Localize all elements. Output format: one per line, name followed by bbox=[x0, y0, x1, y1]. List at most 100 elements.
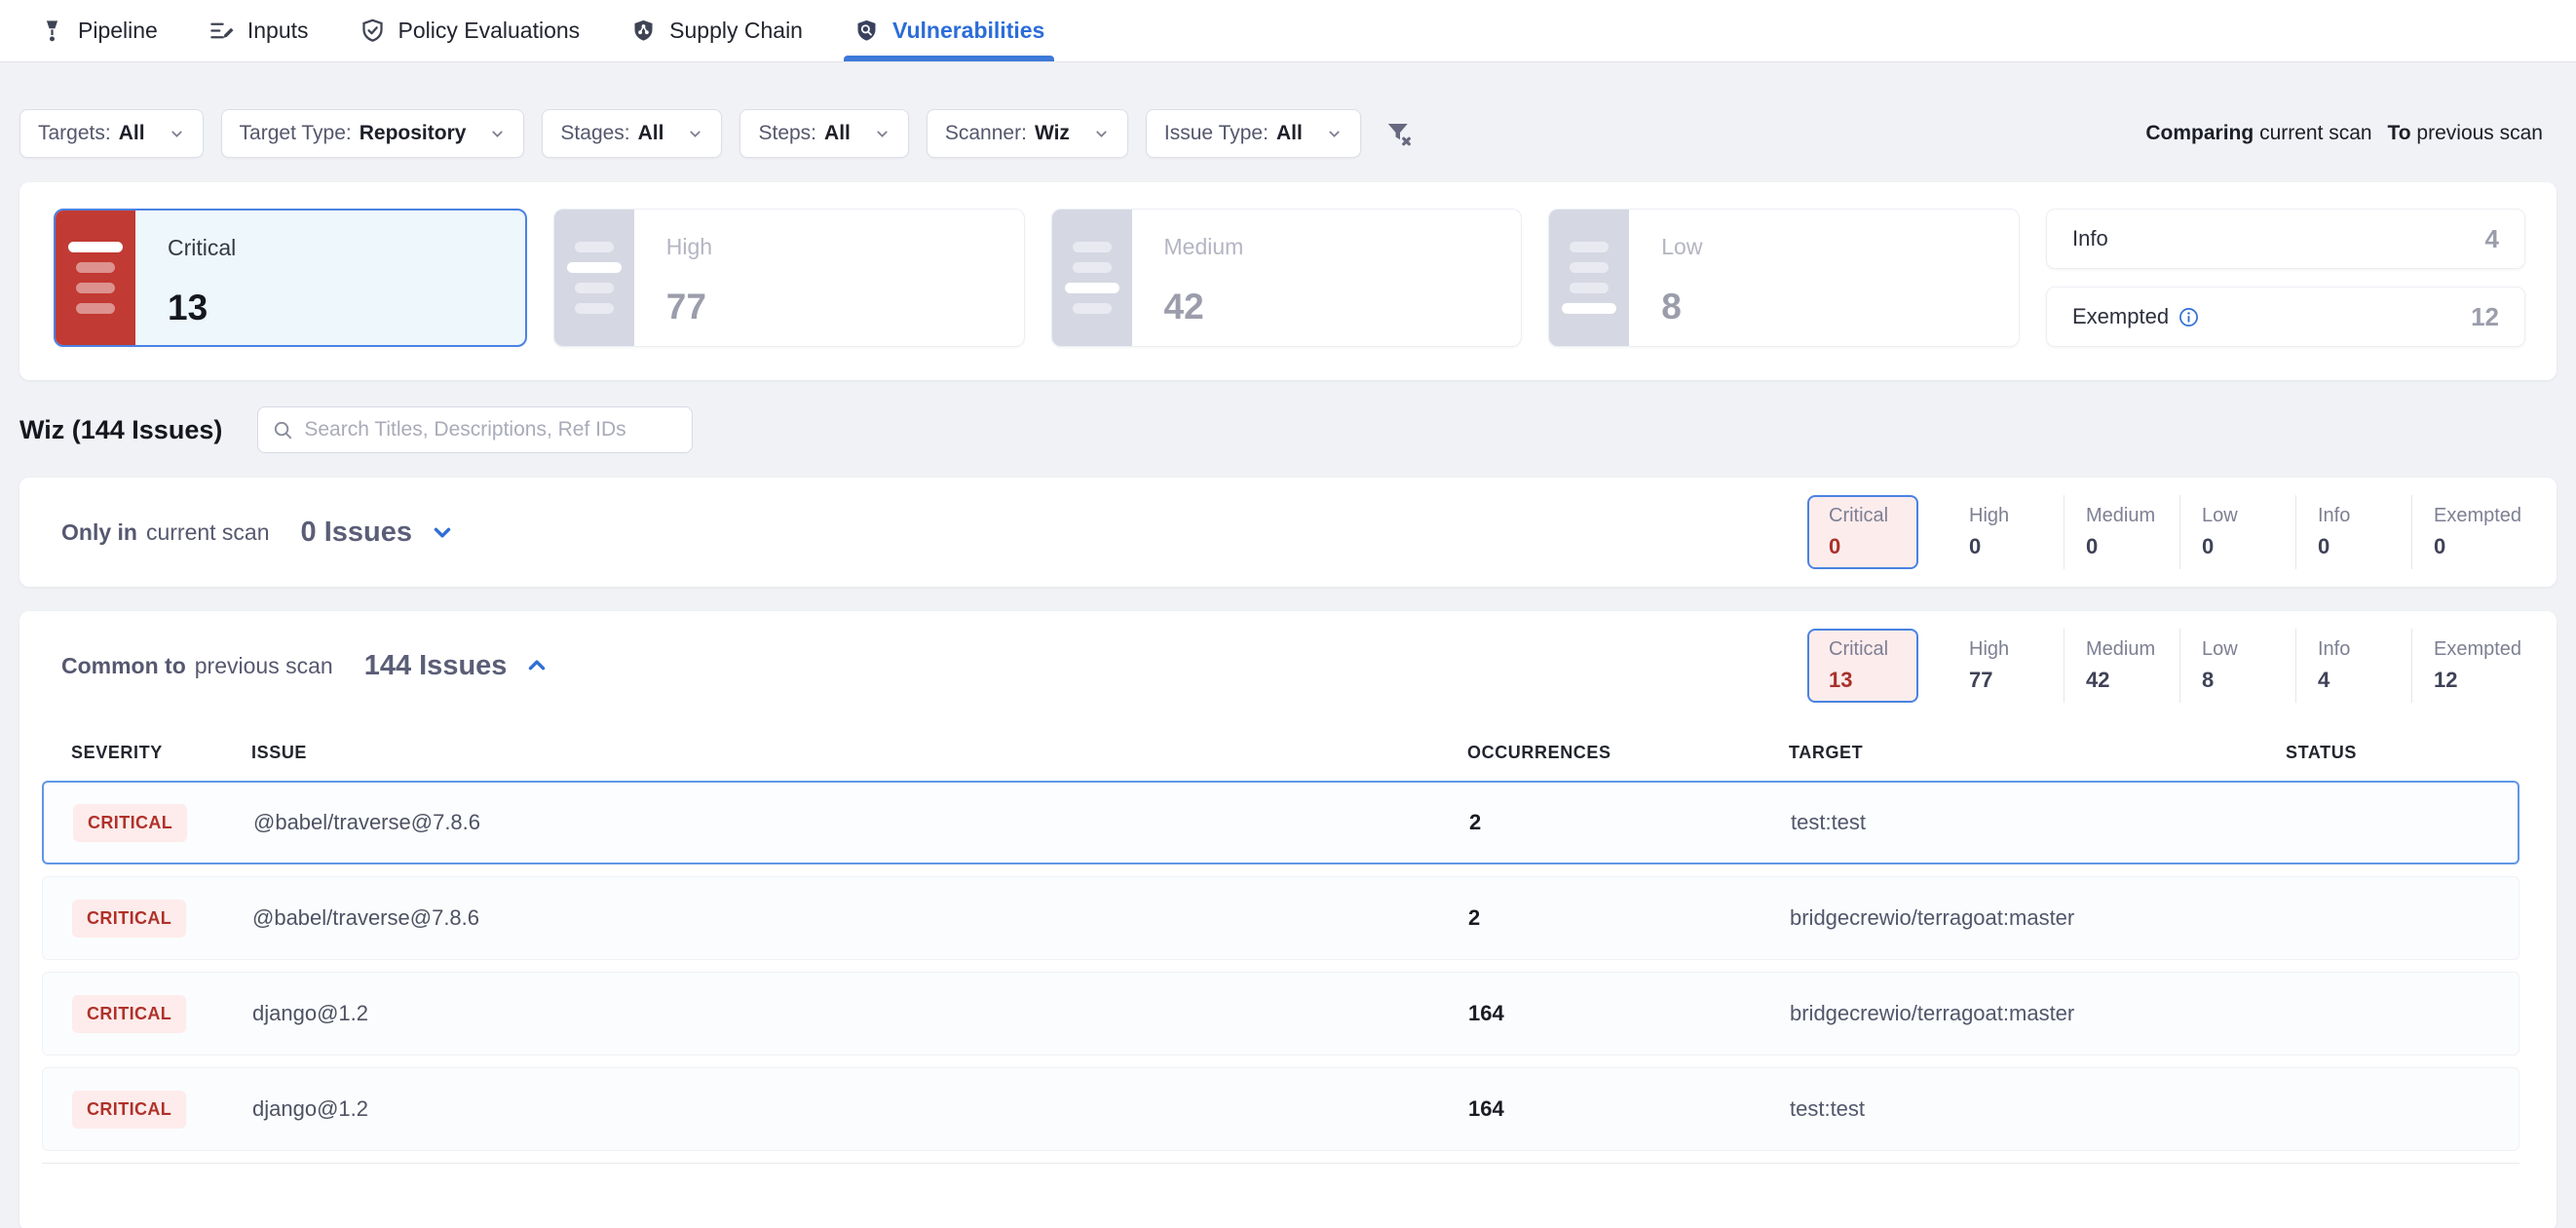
severity-card-critical[interactable]: Critical 13 bbox=[54, 209, 527, 347]
severity-card-medium[interactable]: Medium 42 bbox=[1051, 209, 1523, 347]
chip-info[interactable]: Info 4 bbox=[2295, 629, 2411, 703]
issue-cell: django@1.2 bbox=[252, 1001, 1468, 1026]
severity-card-exempted[interactable]: Exempted 12 bbox=[2046, 287, 2525, 347]
chip-exempted[interactable]: Exempted 12 bbox=[2411, 629, 2527, 703]
inputs-icon bbox=[208, 18, 235, 44]
section-issue-count: 0 Issues bbox=[301, 517, 412, 549]
severity-card-high[interactable]: High 77 bbox=[553, 209, 1025, 347]
severity-bars-icon bbox=[554, 210, 634, 346]
chevron-down-icon bbox=[687, 126, 703, 142]
chip-critical[interactable]: Critical 13 bbox=[1807, 629, 1918, 703]
filter-scanner[interactable]: Scanner: Wiz bbox=[927, 109, 1128, 158]
chip-label: Low bbox=[2202, 505, 2295, 527]
severity-card-low[interactable]: Low 8 bbox=[1548, 209, 2020, 347]
tab-label: Inputs bbox=[247, 18, 309, 44]
chip-value: 0 bbox=[2202, 534, 2295, 559]
table-row[interactable]: CRITICAL django@1.2 164 test:test bbox=[42, 1067, 2519, 1151]
supply-chain-icon bbox=[630, 18, 657, 44]
chip-high[interactable]: High 77 bbox=[1948, 629, 2064, 703]
info-exempted-column: Info 4 Exempted 12 bbox=[2046, 209, 2525, 347]
tab-supply-chain[interactable]: Supply Chain bbox=[630, 0, 803, 61]
occurrences-cell: 2 bbox=[1469, 810, 1791, 835]
section-title: Common to previous scan 144 Issues bbox=[61, 650, 549, 682]
severity-bars-icon bbox=[1549, 210, 1629, 346]
filter-targets[interactable]: Targets: All bbox=[19, 109, 204, 158]
target-cell: test:test bbox=[1791, 810, 2245, 835]
chip-info[interactable]: Info 0 bbox=[2295, 495, 2411, 569]
chip-low[interactable]: Low 8 bbox=[2179, 629, 2295, 703]
tab-pipeline[interactable]: Pipeline bbox=[39, 0, 158, 61]
table-row[interactable]: CRITICAL @babel/traverse@7.8.6 2 test:te… bbox=[42, 781, 2519, 864]
issue-cell: django@1.2 bbox=[252, 1096, 1468, 1122]
severity-card-label: High bbox=[666, 234, 712, 260]
tab-policy-evaluations[interactable]: Policy Evaluations bbox=[360, 0, 581, 61]
severity-card-label: Low bbox=[1661, 234, 1702, 260]
filter-stages[interactable]: Stages: All bbox=[542, 109, 722, 158]
chip-label: Low bbox=[2202, 638, 2295, 661]
vulnerabilities-page: Targets: All Target Type: Repository Sta… bbox=[0, 109, 2576, 1228]
search-input[interactable] bbox=[304, 418, 678, 441]
comparing-previous: previous scan bbox=[2416, 122, 2543, 144]
chevron-down-icon bbox=[874, 126, 890, 142]
occurrences-cell: 164 bbox=[1468, 1001, 1790, 1026]
chip-high[interactable]: High 0 bbox=[1948, 495, 2064, 569]
chip-label: Exempted bbox=[2434, 638, 2527, 661]
severity-card-count: 8 bbox=[1661, 287, 1702, 327]
filter-label: Target Type: bbox=[240, 122, 352, 145]
table-row[interactable]: CRITICAL django@1.2 164 bridgecrewio/ter… bbox=[42, 972, 2519, 1055]
issue-cell: @babel/traverse@7.8.6 bbox=[252, 905, 1468, 931]
severity-badge: CRITICAL bbox=[72, 995, 186, 1033]
comparing-to: To bbox=[2387, 122, 2410, 144]
filter-issue-type[interactable]: Issue Type: All bbox=[1146, 109, 1361, 158]
chip-low[interactable]: Low 0 bbox=[2179, 495, 2295, 569]
filter-label: Steps: bbox=[758, 122, 816, 145]
target-cell: bridgecrewio/terragoat:master bbox=[1790, 1001, 2244, 1026]
chip-exempted[interactable]: Exempted 0 bbox=[2411, 495, 2527, 569]
table-row[interactable]: CRITICAL @babel/traverse@7.8.6 2 bridgec… bbox=[42, 876, 2519, 960]
info-icon[interactable] bbox=[2178, 307, 2199, 327]
filter-value: Wiz bbox=[1035, 122, 1070, 145]
filter-value: Repository bbox=[360, 122, 467, 145]
chevron-down-icon bbox=[169, 126, 185, 142]
tab-label: Supply Chain bbox=[669, 18, 803, 44]
severity-card-count: 12 bbox=[2471, 302, 2499, 332]
filter-steps[interactable]: Steps: All bbox=[739, 109, 908, 158]
chevron-down-icon[interactable] bbox=[430, 519, 455, 545]
chip-medium[interactable]: Medium 0 bbox=[2064, 495, 2179, 569]
section-title-bold: Only in bbox=[61, 519, 137, 546]
tab-vulnerabilities[interactable]: Vulnerabilities bbox=[853, 0, 1044, 61]
occurrences-cell: 164 bbox=[1468, 1096, 1790, 1122]
issues-table: SEVERITY ISSUE OCCURRENCES TARGET STATUS… bbox=[19, 720, 2557, 1228]
comparing-bold: Comparing bbox=[2145, 122, 2254, 144]
chip-label: High bbox=[1969, 638, 2064, 661]
search-icon bbox=[272, 419, 294, 441]
chevron-up-icon[interactable] bbox=[524, 653, 549, 678]
search-box bbox=[257, 406, 693, 453]
chip-critical[interactable]: Critical 0 bbox=[1807, 495, 1918, 569]
severity-card-label: Exempted bbox=[2072, 304, 2169, 329]
column-header-target: TARGET bbox=[1789, 743, 2243, 763]
severity-chips: Critical 0 High 0 Medium 0 Low 0 Info bbox=[1807, 495, 2527, 569]
comparing-current: current scan bbox=[2259, 122, 2372, 144]
scanner-row: Wiz (144 Issues) bbox=[19, 406, 2557, 453]
section-title-rest: previous scan bbox=[195, 653, 333, 679]
tab-label: Pipeline bbox=[78, 18, 158, 44]
target-cell: bridgecrewio/terragoat:master bbox=[1790, 905, 2244, 931]
chip-label: Info bbox=[2318, 505, 2411, 527]
severity-card-info[interactable]: Info 4 bbox=[2046, 209, 2525, 269]
chip-value: 8 bbox=[2202, 668, 2295, 693]
severity-bars-icon bbox=[56, 211, 135, 345]
section-header: Only in current scan 0 Issues Critical 0… bbox=[19, 478, 2557, 587]
severity-summary-panel: Critical 13 High 77 Medium 42 bbox=[19, 182, 2557, 380]
tab-inputs[interactable]: Inputs bbox=[208, 0, 309, 61]
filter-x-icon[interactable] bbox=[1381, 115, 1418, 152]
comparing-label: Comparing current scan To previous scan bbox=[2145, 122, 2557, 145]
chip-medium[interactable]: Medium 42 bbox=[2064, 629, 2179, 703]
severity-card-count: 42 bbox=[1164, 287, 1244, 327]
filter-target-type[interactable]: Target Type: Repository bbox=[221, 109, 525, 158]
section-issue-count: 144 Issues bbox=[364, 650, 508, 682]
column-header-issue: ISSUE bbox=[251, 743, 1467, 763]
chip-value: 13 bbox=[1829, 668, 1916, 693]
policy-evaluations-icon bbox=[360, 18, 386, 44]
table-header-row: SEVERITY ISSUE OCCURRENCES TARGET STATUS bbox=[42, 724, 2519, 781]
